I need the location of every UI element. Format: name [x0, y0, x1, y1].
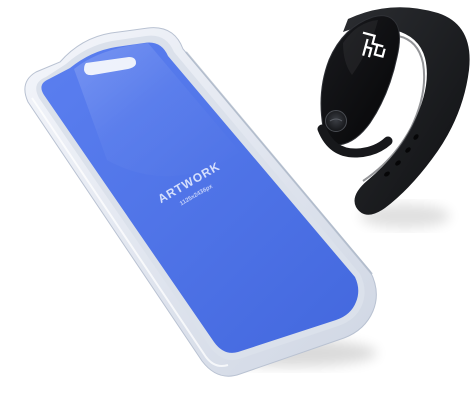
band-button-icon: [325, 110, 347, 132]
product-mockup-art: ARTWORK 1125x2436px: [24, 7, 470, 377]
product-mockup-scene: ARTWORK 1125x2436px: [0, 0, 475, 400]
fitness-band-mockup: [317, 7, 470, 228]
